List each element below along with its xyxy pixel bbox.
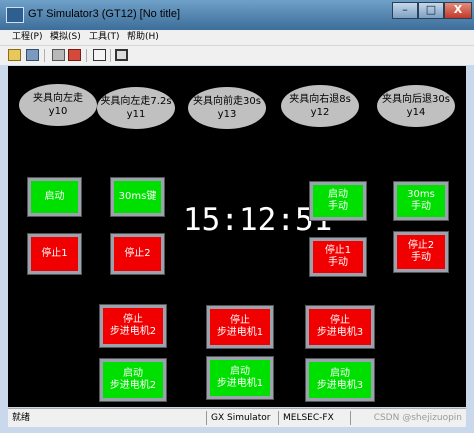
button-sublabel: 步进电机3 xyxy=(316,380,364,391)
menu-bar: 工程(P) 模拟(S) 工具(T) 帮助(H) xyxy=(0,30,474,45)
lamp-label: 夹具向后退30s xyxy=(382,94,450,105)
lamp-y14: 夹具向后退30s y14 xyxy=(377,85,455,127)
button-sublabel: 手动 xyxy=(328,257,348,268)
stop-icon[interactable] xyxy=(68,49,81,61)
lamp-label: 夹具向前走30s xyxy=(193,96,261,107)
maximize-button[interactable]: □ xyxy=(418,2,444,19)
start-stepper-motor2-button[interactable]: 启动 步进电机2 xyxy=(99,358,167,402)
toolbar-separator xyxy=(110,49,111,62)
stop1-manual-button[interactable]: 停止1 手动 xyxy=(309,237,367,277)
minimize-button[interactable]: – xyxy=(392,2,418,19)
status-ready: 就绪 xyxy=(12,413,31,423)
button-label: 停止 xyxy=(123,314,143,325)
status-bar: 就绪 GX Simulator MELSEC-FX CSDN @shejizuo… xyxy=(8,408,466,427)
status-divider xyxy=(350,411,351,425)
stop2-manual-button[interactable]: 停止2 手动 xyxy=(393,231,449,273)
button-label: 停止2 xyxy=(124,248,151,259)
save-icon[interactable] xyxy=(26,49,39,61)
monitor-icon[interactable] xyxy=(115,49,128,61)
lamp-device: y14 xyxy=(406,107,426,118)
button-label: 停止 xyxy=(230,315,250,326)
menu-help[interactable]: 帮助(H) xyxy=(127,30,159,45)
lamp-device: y13 xyxy=(217,109,237,120)
toolbar-separator xyxy=(44,49,45,62)
button-label: 停止2 xyxy=(407,240,435,251)
close-button[interactable]: X xyxy=(444,2,472,19)
app-icon xyxy=(6,7,24,23)
simulator-window: GT Simulator3 (GT12) [No title] – □ X 工程… xyxy=(0,0,474,433)
status-divider xyxy=(278,411,279,425)
button-sublabel: 步进电机2 xyxy=(109,326,157,337)
lamp-device: y12 xyxy=(310,107,330,118)
stop-stepper-motor1-button[interactable]: 停止 步进电机1 xyxy=(206,305,274,349)
button-label: 30ms键 xyxy=(118,191,157,202)
30ms-manual-button[interactable]: 30ms 手动 xyxy=(393,181,449,221)
start-stepper-motor3-button[interactable]: 启动 步进电机3 xyxy=(305,358,375,402)
30ms-key-button[interactable]: 30ms键 xyxy=(110,177,165,217)
stop2-button[interactable]: 停止2 xyxy=(110,233,165,275)
button-label: 启动 xyxy=(44,191,65,202)
stop1-button[interactable]: 停止1 xyxy=(27,233,82,275)
stop-stepper-motor3-button[interactable]: 停止 步进电机3 xyxy=(305,305,375,349)
button-sublabel: 手动 xyxy=(411,252,431,263)
lamp-label: 夹具向左走7.2s xyxy=(100,96,172,107)
menu-project[interactable]: 工程(P) xyxy=(12,30,42,45)
lamp-y10: 夹具向左走 y10 xyxy=(19,84,97,126)
title-bar[interactable]: GT Simulator3 (GT12) [No title] – □ X xyxy=(0,0,474,30)
button-label: 停止1 xyxy=(41,248,68,259)
window-title: GT Simulator3 (GT12) [No title] xyxy=(28,8,181,20)
list-icon[interactable] xyxy=(93,49,106,61)
toolbar xyxy=(0,45,474,65)
button-sublabel: 手动 xyxy=(328,201,348,212)
menu-simulate[interactable]: 模拟(S) xyxy=(50,30,81,45)
status-divider xyxy=(206,411,207,425)
start-manual-button[interactable]: 启动 手动 xyxy=(309,181,367,221)
button-sublabel: 步进电机2 xyxy=(109,380,157,391)
button-label: 启动 xyxy=(330,368,350,379)
button-label: 停止1 xyxy=(324,245,352,256)
button-label: 30ms xyxy=(407,189,435,200)
lamp-label: 夹具向左走 xyxy=(33,93,83,104)
lamp-device: y11 xyxy=(126,109,146,120)
lamp-y12: 夹具向右退8s y12 xyxy=(281,85,359,127)
lamp-y11: 夹具向左走7.2s y11 xyxy=(97,87,175,129)
open-icon[interactable] xyxy=(8,49,21,61)
gt-screen: 夹具向左走 y10 夹具向左走7.2s y11 夹具向前走30s y13 夹具向… xyxy=(8,66,466,407)
button-label: 停止 xyxy=(330,315,350,326)
lamp-device: y10 xyxy=(48,106,68,117)
status-plc-type: MELSEC-FX xyxy=(283,413,334,423)
lamp-label: 夹具向右退8s xyxy=(289,94,351,105)
start-stepper-motor1-button[interactable]: 启动 步进电机1 xyxy=(206,356,274,400)
clock-display: 15:12:51 xyxy=(183,202,333,238)
button-sublabel: 步进电机3 xyxy=(316,327,364,338)
lamp-y13: 夹具向前走30s y13 xyxy=(188,87,266,129)
button-label: 启动 xyxy=(230,366,250,377)
device-icon[interactable] xyxy=(52,49,65,61)
menu-tools[interactable]: 工具(T) xyxy=(89,30,120,45)
button-sublabel: 手动 xyxy=(411,201,431,212)
button-label: 启动 xyxy=(123,368,143,379)
start-button[interactable]: 启动 xyxy=(27,177,82,217)
button-label: 启动 xyxy=(328,189,348,200)
stop-stepper-motor2-button[interactable]: 停止 步进电机2 xyxy=(99,304,167,348)
button-sublabel: 步进电机1 xyxy=(216,327,264,338)
button-sublabel: 步进电机1 xyxy=(216,378,264,389)
watermark-text: CSDN @shejizuopin xyxy=(373,413,462,423)
status-simulator: GX Simulator xyxy=(211,413,271,423)
toolbar-separator xyxy=(86,49,87,62)
